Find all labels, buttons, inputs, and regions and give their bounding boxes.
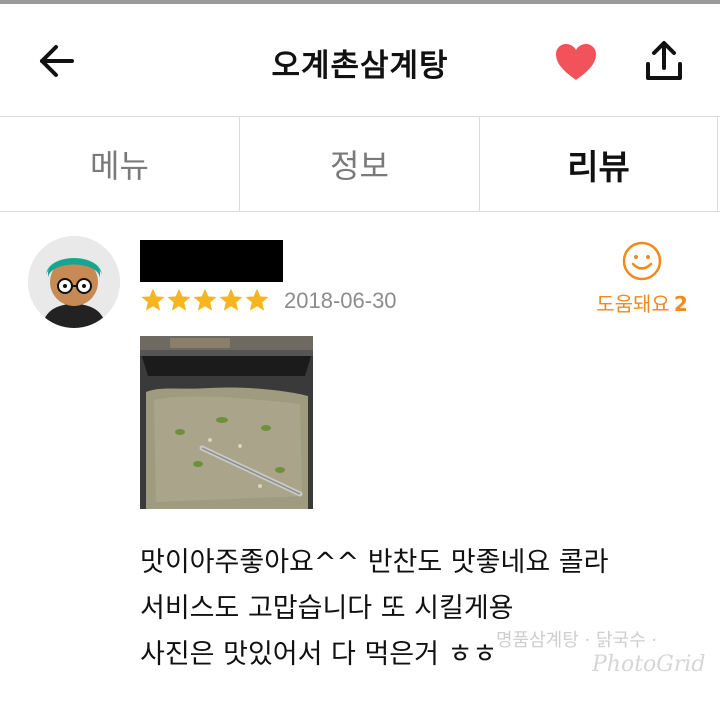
share-icon — [646, 41, 682, 80]
review-line: 맛이아주좋아요^^ 반찬도 맛좋네요 콜라 — [140, 547, 609, 578]
heart-icon — [556, 44, 596, 80]
photogrid-watermark: PhotoGrid — [592, 652, 706, 677]
star-icon — [167, 288, 191, 311]
star-rating — [140, 286, 270, 318]
tab-info[interactable]: 정보 — [240, 117, 480, 211]
photo-watermark-text: 명품삼계탕 · 닭국수 · — [496, 630, 658, 651]
helpful-label: 도움돼요 — [596, 292, 670, 316]
tab-review[interactable]: 리뷰 — [480, 117, 718, 211]
tab-bar: 메뉴 정보 리뷰 — [0, 116, 720, 212]
tab-menu[interactable]: 메뉴 — [0, 117, 240, 211]
share-button[interactable] — [640, 38, 688, 84]
star-icon — [141, 288, 165, 311]
star-icon — [193, 288, 217, 311]
review-photo[interactable] — [140, 336, 313, 509]
user-avatar-image — [28, 236, 120, 328]
star-icon — [245, 288, 269, 311]
helpful-button[interactable]: 도움돼요 2 — [590, 240, 694, 317]
page-title: 오계촌삼계탕 — [271, 48, 449, 84]
avatar[interactable] — [28, 236, 120, 328]
helpful-count: 2 — [673, 292, 688, 316]
redacted-username — [140, 240, 283, 282]
soup-photo-image — [140, 336, 313, 509]
smile-icon — [622, 241, 662, 281]
star-icon — [219, 288, 243, 311]
review-text: 맛이아주좋아요^^ 반찬도 맛좋네요 콜라 서비스도 고맙습니다 또 시킬게용 … — [140, 540, 608, 678]
helpful-text: 도움돼요 2 — [590, 288, 694, 317]
favorite-button[interactable] — [552, 40, 600, 84]
review-date: 2018-06-30 — [284, 288, 397, 313]
header: 오계촌삼계탕 — [0, 4, 720, 116]
